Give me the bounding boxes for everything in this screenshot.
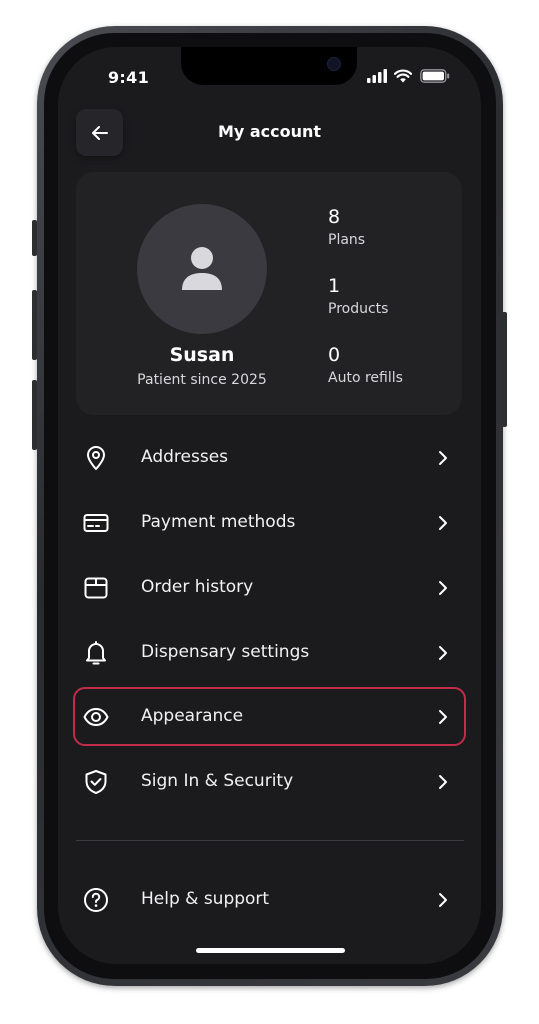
power-button bbox=[502, 312, 507, 427]
chevron-right-icon bbox=[439, 710, 447, 724]
plans-count: 8 bbox=[328, 206, 341, 228]
menu-item-label: Addresses bbox=[141, 447, 229, 467]
signal-icon bbox=[367, 69, 387, 83]
products-label: Products bbox=[328, 301, 389, 317]
chevron-right-icon bbox=[439, 581, 447, 595]
menu-item-label: Order history bbox=[141, 577, 254, 597]
status-icons bbox=[367, 69, 451, 83]
profile-card: Susan Patient since 2025 8 Plans 1 Produ… bbox=[76, 172, 462, 415]
chevron-right-icon bbox=[439, 775, 447, 789]
volume-up-button bbox=[32, 290, 37, 360]
mute-switch bbox=[32, 220, 37, 256]
divider bbox=[76, 840, 464, 841]
location-pin-icon bbox=[87, 446, 105, 470]
chevron-right-icon bbox=[439, 893, 447, 907]
auto-refills-count: 0 bbox=[328, 344, 341, 366]
menu-item-label: Payment methods bbox=[141, 512, 296, 532]
plans-label: Plans bbox=[328, 232, 366, 248]
chevron-right-icon bbox=[439, 646, 447, 660]
menu-item-order-history[interactable]: Order history bbox=[76, 558, 462, 618]
eye-icon bbox=[83, 708, 109, 726]
menu-item-appearance[interactable]: Appearance bbox=[76, 687, 462, 747]
avatar[interactable] bbox=[137, 204, 267, 334]
question-circle-icon bbox=[84, 888, 108, 912]
status-time: 9:41 bbox=[108, 68, 149, 87]
user-icon bbox=[182, 247, 222, 290]
menu-item-help-support[interactable]: Help & support bbox=[76, 870, 462, 930]
wifi-icon bbox=[394, 69, 412, 83]
chevron-right-icon bbox=[439, 451, 447, 465]
chevron-right-icon bbox=[439, 516, 447, 530]
notch bbox=[181, 47, 357, 85]
volume-down-button bbox=[32, 380, 37, 450]
patient-since: Patient since 2025 bbox=[137, 372, 267, 388]
camera bbox=[327, 57, 341, 71]
menu-item-label: Dispensary settings bbox=[141, 642, 310, 662]
bell-icon bbox=[86, 641, 106, 665]
menu-item-label: Help & support bbox=[141, 889, 270, 909]
auto-refills-label: Auto refills bbox=[328, 370, 403, 386]
menu-item-label: Sign In & Security bbox=[141, 771, 294, 791]
menu-item-label: Appearance bbox=[141, 706, 244, 726]
products-count: 1 bbox=[328, 275, 341, 297]
page-title: My account bbox=[217, 122, 322, 141]
box-icon bbox=[84, 577, 108, 599]
home-indicator[interactable] bbox=[196, 948, 345, 953]
menu-item-sign-in-security[interactable]: Sign In & Security bbox=[76, 752, 462, 812]
credit-card-icon bbox=[83, 514, 109, 532]
battery-icon bbox=[420, 69, 450, 83]
shield-check-icon bbox=[85, 770, 107, 794]
menu-item-dispensary-settings[interactable]: Dispensary settings bbox=[76, 623, 462, 683]
menu-item-addresses[interactable]: Addresses bbox=[76, 428, 462, 488]
menu-item-payment-methods[interactable]: Payment methods bbox=[76, 493, 462, 553]
screen: 9:41 My account Susan Patient since 2025… bbox=[58, 47, 481, 964]
user-name: Susan bbox=[169, 344, 235, 366]
